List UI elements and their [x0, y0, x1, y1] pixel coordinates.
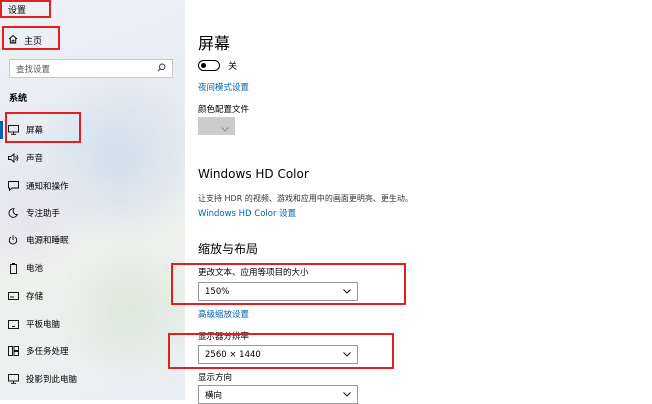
search-placeholder: 查找设置 — [16, 64, 51, 75]
resolution-label: 显示器分辨率 — [198, 332, 250, 342]
sidebar-item-multitasking[interactable]: 多任务处理 — [0, 338, 185, 364]
app-title: 设置 — [8, 6, 27, 16]
notification-icon — [0, 181, 26, 191]
sidebar: 设置 主页 查找设置 系统 屏幕 声音 通知和操作 专注助手 电源和睡眠 电池 … — [0, 0, 185, 400]
sidebar-item-label: 存储 — [26, 292, 44, 302]
toggle-state: 关 — [228, 62, 238, 72]
sidebar-item-label: 多任务处理 — [26, 347, 69, 357]
search-input[interactable]: 查找设置 — [9, 59, 173, 78]
sidebar-item-tablet[interactable]: 平板电脑 — [0, 311, 185, 337]
resolution-value: 2560 × 1440 — [205, 349, 261, 360]
resolution-dropdown[interactable]: 2560 × 1440 — [198, 345, 358, 364]
page-title: 屏幕 — [198, 34, 231, 53]
night-light-toggle[interactable] — [198, 60, 220, 71]
section-title: 系统 — [9, 94, 28, 104]
tablet-icon — [0, 319, 26, 329]
hd-color-settings-link[interactable]: Windows HD Color 设置 — [198, 207, 296, 219]
sidebar-item-battery[interactable]: 电池 — [0, 255, 185, 281]
chevron-down-icon — [343, 390, 351, 400]
sidebar-item-label: 电池 — [26, 264, 44, 274]
battery-icon — [0, 262, 26, 274]
sidebar-item-power-sleep[interactable]: 电源和睡眠 — [0, 227, 185, 253]
project-icon — [0, 374, 26, 384]
search-icon — [157, 63, 166, 75]
scale-layout-heading: 缩放与布局 — [198, 242, 259, 256]
chevron-down-icon — [343, 350, 351, 360]
night-light-settings-link[interactable]: 夜间模式设置 — [198, 81, 249, 93]
sidebar-item-notifications[interactable]: 通知和操作 — [0, 173, 185, 199]
orientation-value: 横向 — [205, 390, 223, 401]
hd-color-description: 让支持 HDR 的视频、游戏和应用中的画面更明亮、更生动。 — [198, 194, 413, 203]
night-light-toggle-row: 关 — [198, 59, 237, 72]
power-icon — [0, 235, 26, 245]
hd-color-heading: Windows HD Color — [198, 167, 309, 181]
orientation-dropdown[interactable]: 横向 — [198, 385, 358, 404]
sidebar-item-storage[interactable]: 存储 — [0, 283, 185, 309]
scale-dropdown[interactable]: 150% — [198, 282, 358, 301]
sidebar-item-label: 电源和睡眠 — [26, 236, 69, 246]
sidebar-item-display[interactable]: 屏幕 — [0, 117, 185, 143]
sidebar-item-label: 投影到此电脑 — [26, 375, 78, 385]
color-profile-label: 颜色配置文件 — [198, 105, 250, 115]
sidebar-item-sound[interactable]: 声音 — [0, 145, 185, 171]
moon-icon — [0, 208, 26, 218]
chevron-down-icon — [343, 287, 351, 297]
sidebar-item-label: 声音 — [26, 154, 44, 164]
sidebar-item-focus-assist[interactable]: 专注助手 — [0, 200, 185, 226]
color-profile-dropdown[interactable] — [198, 117, 235, 135]
orientation-label: 显示方向 — [198, 373, 233, 383]
sidebar-item-label: 平板电脑 — [26, 320, 61, 330]
scale-value: 150% — [205, 286, 230, 297]
monitor-icon — [0, 125, 26, 135]
advanced-scaling-link[interactable]: 高级缩放设置 — [198, 308, 249, 320]
speaker-icon — [0, 153, 26, 163]
multitask-icon — [0, 346, 26, 356]
sidebar-item-project[interactable]: 投影到此电脑 — [0, 366, 185, 392]
storage-icon — [0, 292, 26, 300]
home-label: 主页 — [24, 37, 43, 47]
home-icon — [8, 34, 18, 47]
scale-label: 更改文本、应用等项目的大小 — [198, 268, 309, 278]
chevron-down-icon — [221, 117, 229, 136]
main-content: 屏幕 关 夜间模式设置 颜色配置文件 Windows HD Color 让支持 … — [168, 0, 652, 404]
sidebar-item-label: 屏幕 — [26, 126, 44, 136]
home-link[interactable]: 主页 — [8, 34, 42, 47]
sidebar-item-label: 专注助手 — [26, 209, 61, 219]
sidebar-item-label: 通知和操作 — [26, 182, 69, 192]
